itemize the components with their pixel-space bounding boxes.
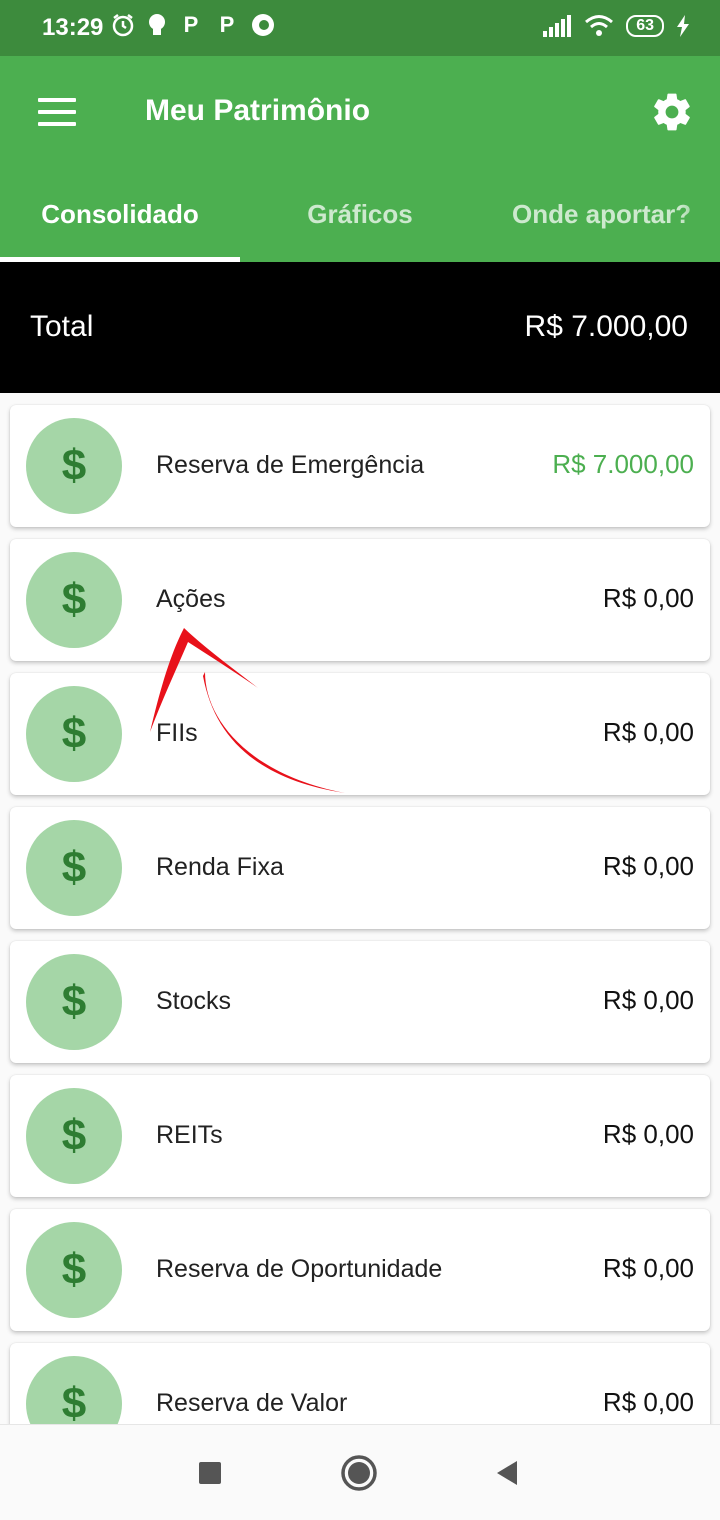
tab-overflow-fade xyxy=(680,176,720,262)
asset-value: R$ 0,00 xyxy=(602,717,694,747)
wifi-icon xyxy=(585,15,614,36)
dollar-icon: $ xyxy=(26,418,122,514)
app-bar: Meu Patrimônio Consolidado Gráficos Onde… xyxy=(0,56,720,262)
recents-icon[interactable] xyxy=(188,1451,232,1495)
asset-label: Stocks xyxy=(156,987,232,1015)
notification-icons: P P xyxy=(110,12,276,38)
total-value: R$ 7.000,00 xyxy=(524,310,688,343)
charging-icon xyxy=(677,15,689,37)
asset-list: $ Reserva de Emergência R$ 7.000,00 $ Aç… xyxy=(0,393,720,1424)
p-app-icon: P xyxy=(219,12,235,37)
dollar-icon: $ xyxy=(26,1088,122,1184)
gear-icon[interactable] xyxy=(650,90,694,134)
system-icons: 63 xyxy=(542,14,690,38)
asset-value: R$ 0,00 xyxy=(602,1253,694,1283)
asset-label: FIIs xyxy=(156,719,198,747)
asset-label: Renda Fixa xyxy=(156,853,284,881)
tab-consolidado[interactable]: Consolidado xyxy=(0,176,240,262)
asset-label: Ações xyxy=(156,585,226,613)
total-summary: Total R$ 7.000,00 xyxy=(0,262,720,393)
firefox-icon xyxy=(252,14,274,36)
page-title: Meu Patrimônio xyxy=(145,94,371,127)
dollar-icon: $ xyxy=(26,954,122,1050)
menu-icon[interactable] xyxy=(38,98,76,126)
total-label: Total xyxy=(30,310,94,343)
lightbulb-icon xyxy=(149,14,165,35)
asset-card-stocks[interactable]: $ Stocks R$ 0,00 xyxy=(10,941,710,1063)
asset-value: R$ 0,00 xyxy=(602,1387,694,1417)
home-icon[interactable] xyxy=(337,1451,381,1495)
asset-value: R$ 0,00 xyxy=(602,583,694,613)
dollar-icon: $ xyxy=(26,686,122,782)
status-bar: 13:29 P P 63 xyxy=(0,0,720,56)
asset-card-acoes[interactable]: $ Ações R$ 0,00 xyxy=(10,539,710,661)
signal-icon xyxy=(543,15,572,37)
asset-value: R$ 0,00 xyxy=(602,1119,694,1149)
asset-label: Reserva de Emergência xyxy=(156,451,425,479)
asset-card-fiis[interactable]: $ FIIs R$ 0,00 xyxy=(10,673,710,795)
asset-label: Reserva de Oportunidade xyxy=(156,1255,443,1283)
back-icon[interactable] xyxy=(485,1451,529,1495)
dollar-icon: $ xyxy=(26,820,122,916)
asset-label: Reserva de Valor xyxy=(156,1389,348,1417)
asset-card-reserva-oportunidade[interactable]: $ Reserva de Oportunidade R$ 0,00 xyxy=(10,1209,710,1331)
asset-card-reserva-emergencia[interactable]: $ Reserva de Emergência R$ 7.000,00 xyxy=(10,405,710,527)
p-app-icon: P xyxy=(183,12,199,37)
asset-card-renda-fixa[interactable]: $ Renda Fixa R$ 0,00 xyxy=(10,807,710,929)
dollar-icon: $ xyxy=(26,1222,122,1318)
tab-graficos[interactable]: Gráficos xyxy=(240,176,480,262)
dollar-icon: $ xyxy=(26,552,122,648)
asset-value: R$ 7.000,00 xyxy=(552,449,694,479)
asset-value: R$ 0,00 xyxy=(602,851,694,881)
alarm-icon xyxy=(112,14,134,37)
asset-card-reits[interactable]: $ REITs R$ 0,00 xyxy=(10,1075,710,1197)
system-nav-bar xyxy=(0,1424,720,1520)
tab-bar: Consolidado Gráficos Onde aportar? xyxy=(0,176,720,262)
asset-card-reserva-valor[interactable]: $ Reserva de Valor R$ 0,00 xyxy=(10,1343,710,1424)
battery-indicator: 63 xyxy=(626,15,664,37)
asset-label: REITs xyxy=(156,1121,223,1149)
asset-value: R$ 0,00 xyxy=(602,985,694,1015)
dollar-icon: $ xyxy=(26,1356,122,1424)
status-time: 13:29 xyxy=(42,14,104,41)
